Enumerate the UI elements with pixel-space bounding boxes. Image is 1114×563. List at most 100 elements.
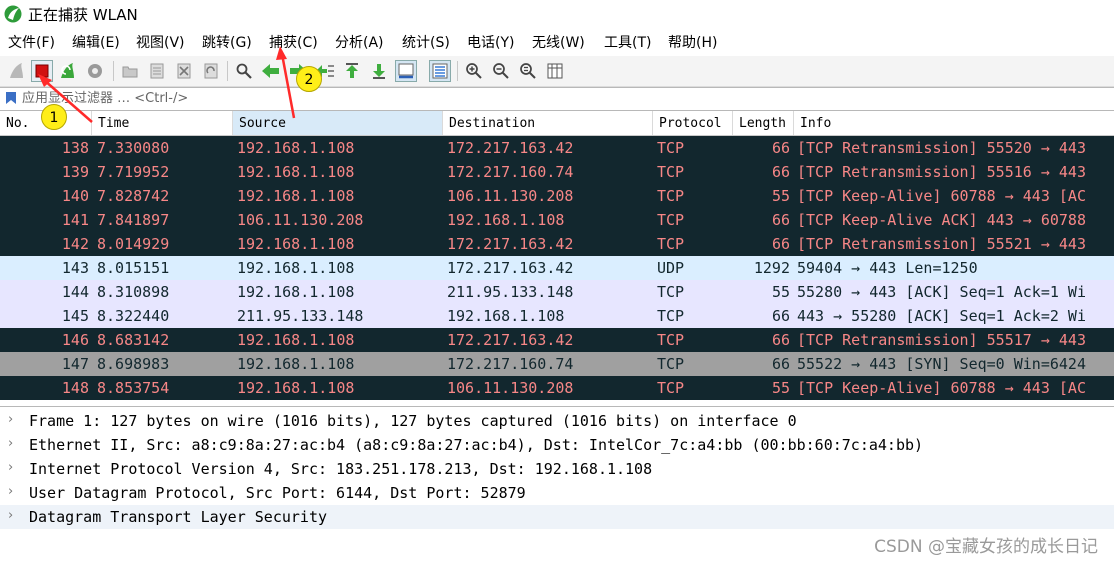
toolbar-separator xyxy=(227,61,228,81)
packet-source: 192.168.1.108 xyxy=(237,355,355,373)
menu-analyze[interactable]: 分析(A) xyxy=(335,34,384,52)
packet-length: 66 xyxy=(771,139,790,157)
packet-length: 55 xyxy=(771,187,790,205)
packet-no: 144 xyxy=(61,283,89,301)
detail-tree-item[interactable]: › Internet Protocol Version 4, Src: 183.… xyxy=(0,457,1114,481)
window-title: 正在捕获 WLAN xyxy=(28,6,138,24)
go-first-packet-icon[interactable] xyxy=(341,60,363,82)
annotation-marker-2: 2 xyxy=(296,66,322,92)
detail-ethernet: Ethernet II, Src: a8:c9:8a:27:ac:b4 (a8:… xyxy=(29,436,924,454)
annotation-marker-1: 1 xyxy=(41,104,67,130)
bookmark-icon[interactable] xyxy=(5,91,17,105)
packet-time: 8.683142 xyxy=(97,331,170,349)
packet-length: 55 xyxy=(771,283,790,301)
column-header-source[interactable]: Source xyxy=(233,111,443,135)
chevron-right-icon[interactable]: › xyxy=(8,484,13,499)
packet-no: 141 xyxy=(61,211,89,229)
column-header-time[interactable]: Time xyxy=(92,111,233,135)
menu-statistics[interactable]: 统计(S) xyxy=(402,34,450,52)
find-packet-icon[interactable] xyxy=(233,60,255,82)
auto-scroll-icon[interactable] xyxy=(395,60,417,82)
packet-row[interactable]: 139 7.719952 192.168.1.108 172.217.160.7… xyxy=(0,160,1114,184)
packet-row[interactable]: 147 8.698983 192.168.1.108 172.217.160.7… xyxy=(0,352,1114,376)
packet-info: [TCP Keep-Alive ACK] 443 → 60788 xyxy=(797,211,1086,229)
toolbar-separator xyxy=(113,61,114,81)
chevron-right-icon[interactable]: › xyxy=(8,508,13,523)
menu-go[interactable]: 跳转(G) xyxy=(202,34,252,52)
packet-source: 192.168.1.108 xyxy=(237,283,355,301)
packet-row[interactable]: 145 8.322440 211.95.133.148 192.168.1.10… xyxy=(0,304,1114,328)
stop-capture-icon[interactable] xyxy=(31,60,53,82)
go-back-icon[interactable] xyxy=(260,60,282,82)
packet-no: 142 xyxy=(61,235,89,253)
packet-time: 7.330080 xyxy=(97,139,170,157)
menu-wireless[interactable]: 无线(W) xyxy=(532,34,585,52)
detail-frame: Frame 1: 127 bytes on wire (1016 bits), … xyxy=(29,412,797,430)
packet-row[interactable]: 138 7.330080 192.168.1.108 172.217.163.4… xyxy=(0,136,1114,160)
menu-help[interactable]: 帮助(H) xyxy=(668,34,717,52)
packet-source: 192.168.1.108 xyxy=(237,187,355,205)
close-file-icon[interactable] xyxy=(173,60,195,82)
packet-destination: 172.217.163.42 xyxy=(447,139,574,157)
detail-tree-item[interactable]: › User Datagram Protocol, Src Port: 6144… xyxy=(0,481,1114,505)
packet-source: 211.95.133.148 xyxy=(237,307,364,325)
zoom-out-icon[interactable] xyxy=(490,60,512,82)
packet-protocol: TCP xyxy=(657,355,685,373)
reload-file-icon[interactable] xyxy=(200,60,222,82)
menu-edit[interactable]: 编辑(E) xyxy=(72,34,120,52)
packet-info: [TCP Keep-Alive] 60788 → 443 [AC xyxy=(797,187,1086,205)
packet-row[interactable]: 146 8.683142 192.168.1.108 172.217.163.4… xyxy=(0,328,1114,352)
detail-tree-item[interactable]: › Datagram Transport Layer Security xyxy=(0,505,1114,529)
column-header-info[interactable]: Info xyxy=(794,111,1114,135)
shark-fin-start-icon[interactable] xyxy=(6,60,28,82)
packet-source: 192.168.1.108 xyxy=(237,379,355,397)
column-header-length[interactable]: Length xyxy=(733,111,794,135)
colorize-icon[interactable] xyxy=(429,60,451,82)
title-bar xyxy=(0,0,1114,30)
packet-protocol: TCP xyxy=(657,307,685,325)
packet-no: 148 xyxy=(61,379,89,397)
packet-protocol: TCP xyxy=(657,139,685,157)
chevron-right-icon[interactable]: › xyxy=(8,460,13,475)
packet-row[interactable]: 142 8.014929 192.168.1.108 172.217.163.4… xyxy=(0,232,1114,256)
packet-destination: 106.11.130.208 xyxy=(447,187,574,205)
save-file-icon[interactable] xyxy=(146,60,168,82)
zoom-in-icon[interactable] xyxy=(463,60,485,82)
packet-destination: 172.217.163.42 xyxy=(447,259,574,277)
packet-protocol: TCP xyxy=(657,211,685,229)
menu-telephony[interactable]: 电话(Y) xyxy=(467,34,514,52)
packet-row[interactable]: 148 8.853754 192.168.1.108 106.11.130.20… xyxy=(0,376,1114,400)
packet-source: 192.168.1.108 xyxy=(237,235,355,253)
packet-info: [TCP Retransmission] 55517 → 443 xyxy=(797,331,1086,349)
packet-row[interactable]: 143 8.015151 192.168.1.108 172.217.163.4… xyxy=(0,256,1114,280)
chevron-right-icon[interactable]: › xyxy=(8,412,13,427)
packet-protocol: TCP xyxy=(657,283,685,301)
chevron-right-icon[interactable]: › xyxy=(8,436,13,451)
column-header-protocol[interactable]: Protocol xyxy=(653,111,733,135)
packet-length: 66 xyxy=(771,235,790,253)
column-header-destination[interactable]: Destination xyxy=(443,111,653,135)
packet-row[interactable]: 144 8.310898 192.168.1.108 211.95.133.14… xyxy=(0,280,1114,304)
detail-tree-item[interactable]: › Ethernet II, Src: a8:c9:8a:27:ac:b4 (a… xyxy=(0,433,1114,457)
watermark: CSDN @宝藏女孩的成长日记 xyxy=(874,537,1098,557)
packet-source: 192.168.1.108 xyxy=(237,163,355,181)
packet-row[interactable]: 141 7.841897 106.11.130.208 192.168.1.10… xyxy=(0,208,1114,232)
resize-columns-icon[interactable] xyxy=(544,60,566,82)
restart-capture-icon[interactable] xyxy=(57,60,79,82)
display-filter-input[interactable] xyxy=(22,88,1110,108)
packet-time: 8.698983 xyxy=(97,355,170,373)
detail-tree-item[interactable]: › Frame 1: 127 bytes on wire (1016 bits)… xyxy=(0,409,1114,433)
zoom-normal-icon[interactable] xyxy=(517,60,539,82)
packet-row[interactable]: 140 7.828742 192.168.1.108 106.11.130.20… xyxy=(0,184,1114,208)
menu-view[interactable]: 视图(V) xyxy=(136,34,185,52)
open-file-icon[interactable] xyxy=(119,60,141,82)
packet-protocol: TCP xyxy=(657,331,685,349)
menu-tools[interactable]: 工具(T) xyxy=(604,34,651,52)
packet-source: 192.168.1.108 xyxy=(237,331,355,349)
go-last-packet-icon[interactable] xyxy=(368,60,390,82)
capture-options-icon[interactable] xyxy=(84,60,106,82)
menu-file[interactable]: 文件(F) xyxy=(8,34,55,52)
menu-capture[interactable]: 捕获(C) xyxy=(269,34,318,52)
packet-length: 66 xyxy=(771,331,790,349)
packet-time: 8.015151 xyxy=(97,259,170,277)
